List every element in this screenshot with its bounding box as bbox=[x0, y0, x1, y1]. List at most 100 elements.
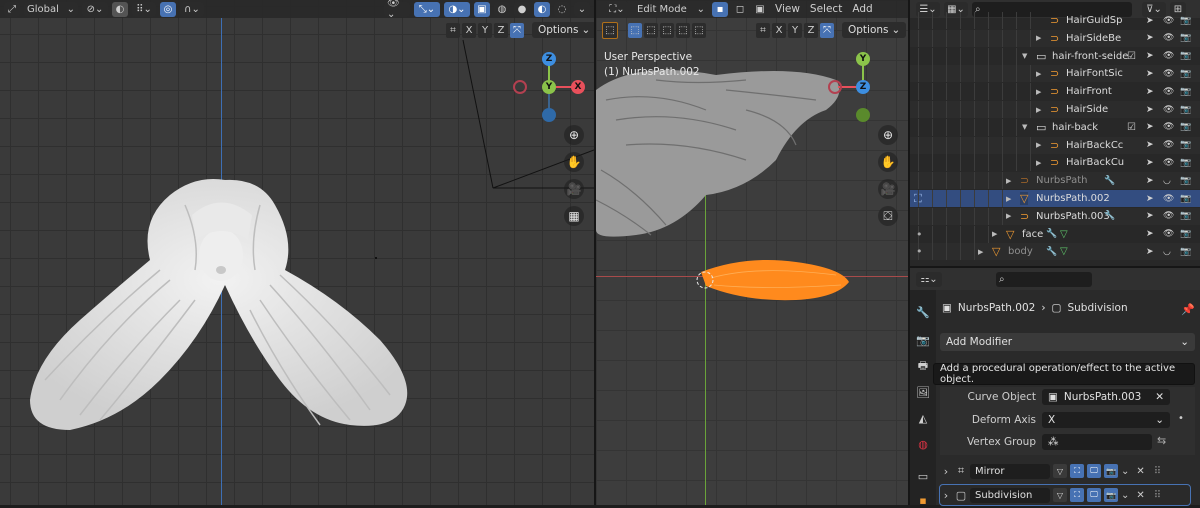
eye-icon[interactable]: 👁 bbox=[1163, 33, 1174, 43]
invert-arrows-icon[interactable]: ⇆ bbox=[1157, 434, 1171, 450]
menu-add[interactable]: Add bbox=[849, 3, 875, 15]
shading-options-chevron-icon[interactable]: ⌄ bbox=[574, 1, 590, 17]
outliner-item-name[interactable]: body bbox=[1008, 246, 1033, 257]
visibility-icon[interactable]: 👁⌄ bbox=[384, 0, 410, 20]
auto-merge-icon[interactable]: ⤧ bbox=[510, 22, 524, 38]
eye-icon[interactable]: ◡ bbox=[1163, 176, 1171, 186]
eye-icon[interactable]: 👁 bbox=[1163, 211, 1174, 221]
pointer-icon[interactable]: ➤ bbox=[1146, 194, 1154, 204]
vertex-group-field[interactable]: ⁂ bbox=[1042, 434, 1152, 450]
outliner-row[interactable]: ▶ ⊃ NurbsPath 🔧 ➤ ◡ 📷 bbox=[910, 172, 1200, 190]
eye-icon[interactable]: ◡ bbox=[1163, 247, 1171, 257]
pointer-icon[interactable]: ➤ bbox=[1146, 16, 1154, 26]
outliner-row[interactable]: ⊃ HairGuidSp ➤ 👁 📷 bbox=[910, 12, 1200, 29]
mirror-modifier-icon[interactable]: ⌗ bbox=[955, 464, 967, 478]
edit-mode-cage-icon[interactable]: ▽ bbox=[1053, 464, 1067, 478]
select-box-icon[interactable]: ⬚ bbox=[628, 23, 642, 38]
select-subtract-icon[interactable]: ⬚ bbox=[660, 23, 674, 38]
expand-right-icon[interactable]: ▶ bbox=[1036, 34, 1041, 42]
chevron-down-icon[interactable]: ⌄ bbox=[1121, 466, 1129, 477]
camera-render-icon[interactable]: 📷 bbox=[1180, 16, 1191, 26]
vertex-select-icon[interactable]: ▪ bbox=[712, 1, 728, 17]
render-icon[interactable]: 📷 bbox=[1104, 488, 1118, 502]
face-select-icon[interactable]: ▣ bbox=[752, 1, 768, 17]
zoom-icon[interactable]: ⊕ bbox=[564, 125, 584, 145]
select-tool-icon[interactable]: ⬚ bbox=[602, 22, 618, 39]
gizmo-z-icon[interactable]: Z bbox=[542, 52, 556, 66]
outliner-item-name[interactable]: NurbsPath.003 bbox=[1036, 211, 1110, 222]
shading-material-icon[interactable]: ◐ bbox=[534, 1, 550, 17]
keyframe-dot-icon[interactable]: • bbox=[1178, 413, 1184, 424]
options-dropdown-left[interactable]: Options ⌄ bbox=[532, 22, 594, 38]
expand-right-icon[interactable]: ▶ bbox=[1036, 106, 1041, 114]
gizmo-neg-z-icon[interactable] bbox=[542, 108, 556, 122]
camera-icon[interactable]: 🎥 bbox=[564, 179, 584, 199]
modifier-wrench-icon[interactable]: 🔧 bbox=[1046, 247, 1057, 257]
camera-render-icon[interactable]: 📷 bbox=[1180, 122, 1191, 132]
camera-render-icon[interactable]: 📷 bbox=[1180, 211, 1191, 221]
options-dropdown-middle[interactable]: Options ⌄ bbox=[842, 22, 907, 38]
mirror-icon[interactable]: ⌗ bbox=[756, 22, 770, 38]
transform-orientation-dropdown[interactable]: Global ⌄ bbox=[24, 1, 78, 17]
snap-link-icon[interactable]: ⊘⌄ bbox=[82, 1, 108, 17]
shading-solid-icon[interactable]: ● bbox=[514, 1, 530, 17]
outliner-row[interactable]: ▶ ⊃ HairFontSic ➤ 👁 📷 bbox=[910, 65, 1200, 83]
mode-dropdown[interactable]: Edit Mode ⌄ bbox=[634, 1, 708, 17]
mesh-data-icon[interactable]: ▽ bbox=[1060, 246, 1068, 257]
axis-z-button[interactable]: Z bbox=[804, 22, 818, 38]
outliner-item-name[interactable]: HairSideBe bbox=[1066, 33, 1121, 44]
edit-mode-icon[interactable]: ⛶ bbox=[1070, 464, 1084, 478]
camera-render-icon[interactable]: 📷 bbox=[1180, 87, 1191, 97]
outliner-item-name[interactable]: HairGuidSp bbox=[1066, 15, 1122, 26]
realtime-icon[interactable]: 🖵 bbox=[1087, 464, 1101, 478]
expand-right-icon[interactable]: ▶ bbox=[1036, 159, 1041, 167]
subdivision-modifier-icon[interactable]: ▢ bbox=[955, 489, 967, 502]
outliner-row[interactable]: • ▶ ▽ body 🔧 ▽ ➤ ◡ 📷 bbox=[910, 243, 1200, 261]
expand-right-icon[interactable]: ▶ bbox=[1006, 195, 1011, 203]
add-modifier-button[interactable]: Add Modifier ⌄ bbox=[940, 333, 1195, 351]
outliner-row[interactable]: ▶ ⊃ HairSide ➤ 👁 📷 bbox=[910, 101, 1200, 118]
transform-pivot-icon[interactable]: ⤢ bbox=[4, 1, 20, 17]
modifier-wrench-icon[interactable]: 🔧 bbox=[1104, 176, 1115, 186]
zoom-icon[interactable]: ⊕ bbox=[878, 125, 898, 145]
eye-icon[interactable]: 👁 bbox=[1163, 229, 1174, 239]
expand-right-icon[interactable]: ▶ bbox=[1036, 88, 1041, 96]
outliner-item-name[interactable]: NurbsPath.002 bbox=[1036, 193, 1110, 204]
camera-render-icon[interactable]: 📷 bbox=[1180, 158, 1191, 168]
eye-icon[interactable]: 👁 bbox=[1163, 158, 1174, 168]
outliner-item-name[interactable]: hair-back bbox=[1052, 122, 1098, 133]
outliner-row[interactable]: ▶ ⊃ NurbsPath.003 🔧 ➤ 👁 📷 bbox=[910, 207, 1200, 225]
menu-select[interactable]: Select bbox=[807, 3, 845, 15]
close-icon[interactable]: ✕ bbox=[1155, 391, 1164, 403]
gizmo-z-icon[interactable]: Z bbox=[856, 80, 870, 94]
eye-icon[interactable]: 👁 bbox=[1163, 194, 1174, 204]
pointer-icon[interactable]: ➤ bbox=[1146, 33, 1154, 43]
outliner-item-name[interactable]: HairSide bbox=[1066, 104, 1108, 115]
eye-icon[interactable]: 👁 bbox=[1163, 122, 1174, 132]
eye-icon[interactable]: 👁 bbox=[1163, 105, 1174, 115]
outliner-row[interactable]: ▶ ⊃ HairBackCc ➤ 👁 📷 bbox=[910, 136, 1200, 154]
camera-render-icon[interactable]: 📷 bbox=[1180, 140, 1191, 150]
expand-right-icon[interactable]: › bbox=[940, 489, 952, 502]
modifier-row[interactable]: › ⌗ Mirror ▽ ⛶ 🖵 📷 ⌄ ✕ ⠿ bbox=[940, 461, 1190, 481]
object-tab-icon[interactable]: ▪ bbox=[915, 492, 931, 508]
shading-wireframe-icon[interactable]: ◍ bbox=[494, 1, 510, 17]
outliner-row[interactable]: ▼ ▭ hair-front-seide ☑ ➤ 👁 📷 bbox=[910, 47, 1200, 65]
outliner-item-name[interactable]: HairBackCu bbox=[1066, 157, 1124, 168]
expand-right-icon[interactable]: ▶ bbox=[1006, 212, 1011, 220]
pan-hand-icon[interactable]: ✋ bbox=[878, 152, 898, 172]
outliner-row[interactable]: ▼ ▭ hair-back ☑ ➤ 👁 📷 bbox=[910, 118, 1200, 136]
gizmo-toggle-icon[interactable]: ⤡⌄ bbox=[414, 1, 440, 17]
editor-type-icon[interactable]: ⛶⌄ bbox=[604, 1, 630, 17]
viewport-middle[interactable]: ⛶⌄ Edit Mode ⌄ ▪ ◻ ▣ View Select Add ⬚ ⬚ … bbox=[596, 0, 908, 505]
camera-render-icon[interactable]: 📷 bbox=[1180, 229, 1191, 239]
shading-rendered-icon[interactable]: ◌ bbox=[554, 1, 570, 17]
render-tab-icon[interactable]: 📷 bbox=[915, 332, 931, 348]
navigation-gizmo-middle[interactable]: Y Z bbox=[826, 50, 902, 122]
realtime-icon[interactable]: 🖵 bbox=[1087, 488, 1101, 502]
outliner-item-name[interactable]: HairFront bbox=[1066, 86, 1112, 97]
outliner-row[interactable]: ⛶ ▶ ▽ NurbsPath.002 ➤ 👁 📷 bbox=[910, 190, 1200, 207]
outliner-item-name[interactable]: hair-front-seide bbox=[1052, 51, 1128, 62]
gizmo-neg-y-icon[interactable] bbox=[856, 108, 870, 122]
auto-merge-icon[interactable]: ⤧ bbox=[820, 22, 834, 38]
